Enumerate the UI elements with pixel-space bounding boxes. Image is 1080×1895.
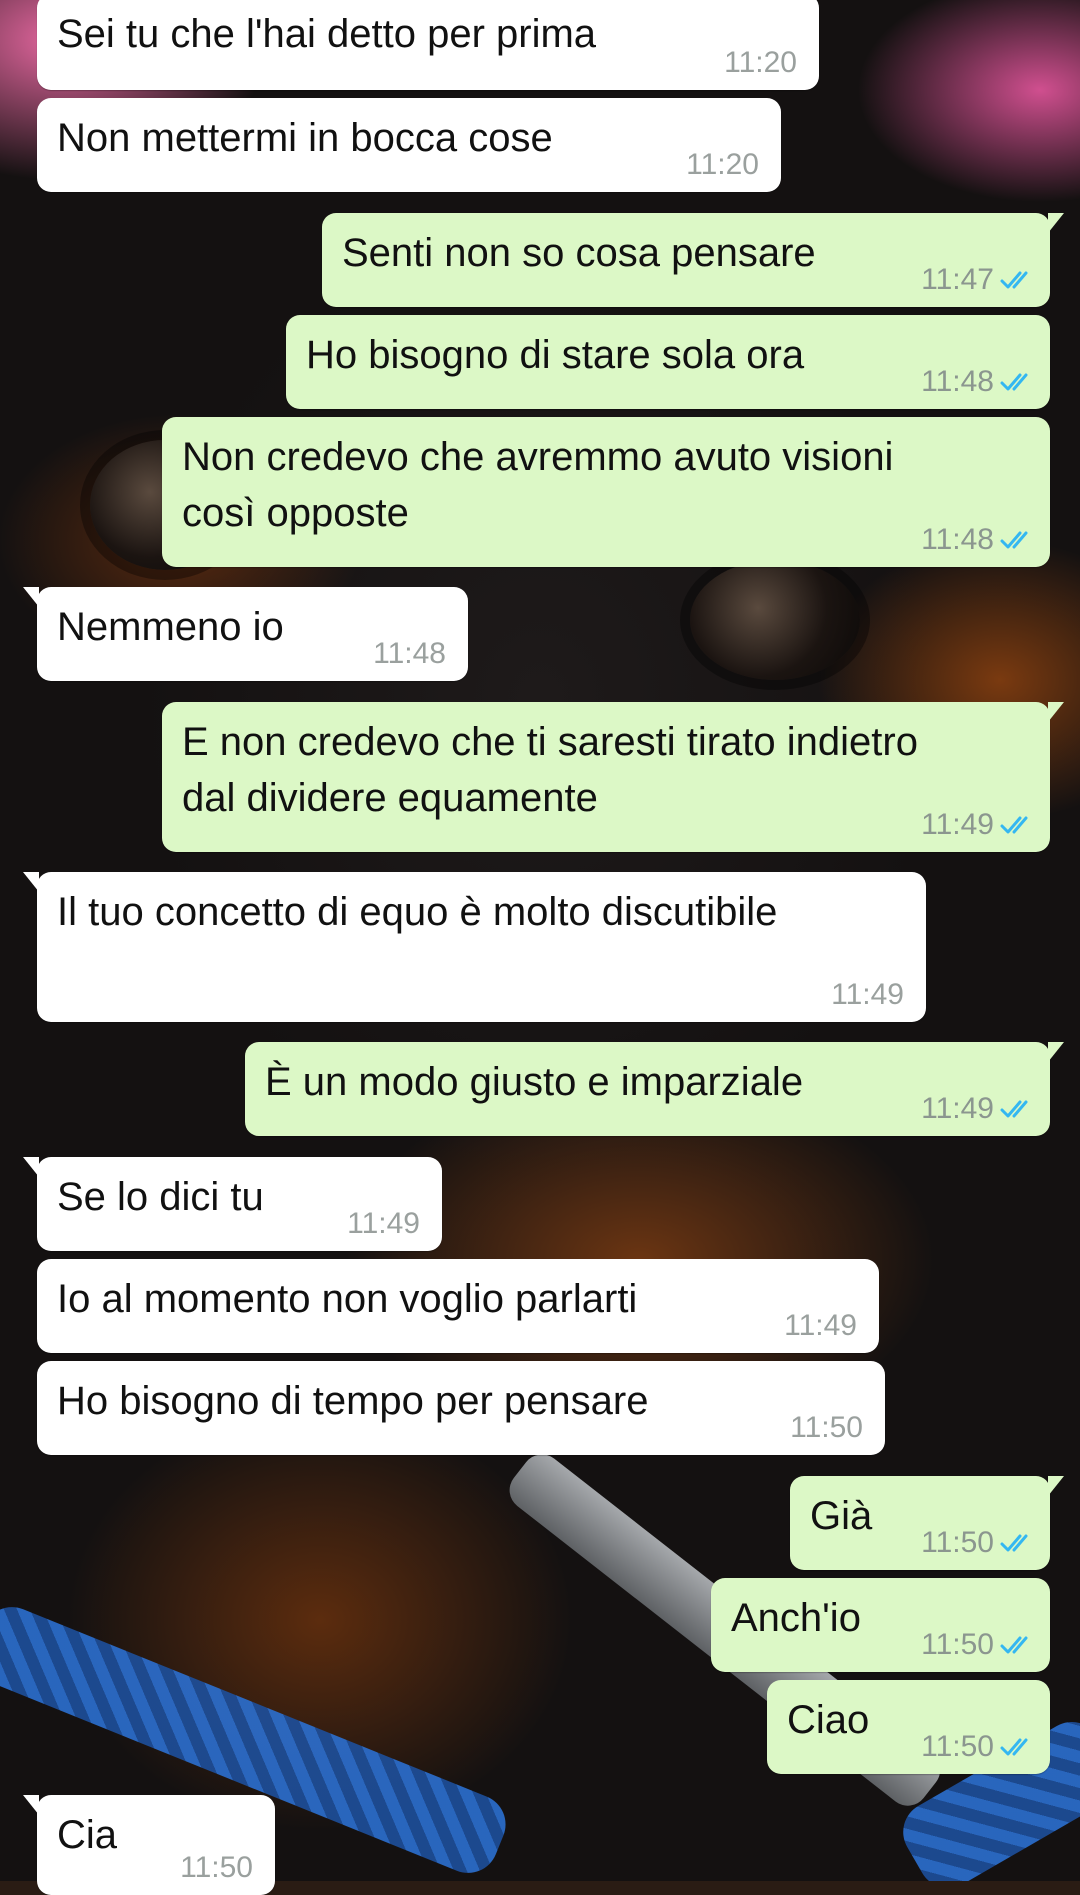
message-bubble-outgoing[interactable]: Ho bisogno di stare sola ora 11:48 — [286, 315, 1050, 409]
message-list[interactable]: Sei tu che l'hai detto per prima 11:20 N… — [0, 0, 1080, 1895]
message-bubble-outgoing[interactable]: Non credevo che avremmo avuto visioni co… — [162, 417, 1050, 567]
message-bubble-incoming[interactable]: Ho bisogno di tempo per pensare 11:50 — [37, 1361, 885, 1455]
message-text: Ciao — [787, 1698, 870, 1742]
message-time: 11:50 — [921, 1628, 994, 1661]
message-time: 11:20 — [724, 46, 797, 79]
message-time: 11:49 — [921, 808, 994, 841]
double-check-icon — [1000, 1534, 1028, 1552]
double-check-icon — [1000, 1636, 1028, 1654]
message-text: Non mettermi in bocca cose — [57, 116, 553, 160]
message-text: Ho bisogno di tempo per pensare — [57, 1379, 649, 1423]
message-time: 11:50 — [921, 1730, 994, 1763]
message-time: 11:49 — [831, 978, 904, 1011]
message-text: Sei tu che l'hai detto per prima — [57, 12, 597, 56]
message-text: Ho bisogno di stare sola ora — [306, 333, 805, 377]
message-text: Se lo dici tu — [57, 1175, 264, 1219]
message-time: 11:49 — [784, 1309, 857, 1342]
message-bubble-outgoing[interactable]: Anch'io 11:50 — [711, 1578, 1050, 1672]
message-time: 11:50 — [921, 1526, 994, 1559]
message-bubble-outgoing[interactable]: È un modo giusto e imparziale 11:49 — [245, 1042, 1064, 1136]
message-text: Anch'io — [731, 1596, 861, 1640]
message-text: E non credevo che ti saresti tirato indi… — [182, 720, 918, 820]
double-check-icon — [1000, 271, 1028, 289]
message-time: 11:50 — [790, 1411, 863, 1444]
message-text: Il tuo concetto di equo è molto discutib… — [57, 890, 778, 934]
double-check-icon — [1000, 1738, 1028, 1756]
double-check-icon — [1000, 531, 1028, 549]
message-time: 11:48 — [921, 365, 994, 398]
message-bubble-incoming[interactable]: Nemmeno io 11:48 — [23, 587, 468, 681]
message-bubble-outgoing[interactable]: E non credevo che ti saresti tirato indi… — [162, 702, 1064, 852]
message-bubble-incoming[interactable]: Sei tu che l'hai detto per prima 11:20 — [37, 0, 819, 90]
message-text: Io al momento non voglio parlarti — [57, 1277, 638, 1321]
message-bubble-outgoing[interactable]: Già 11:50 — [790, 1476, 1064, 1570]
message-bubble-incoming[interactable]: Se lo dici tu 11:49 — [23, 1157, 442, 1251]
message-text: Cia — [57, 1813, 118, 1857]
double-check-icon — [1000, 373, 1028, 391]
message-time: 11:48 — [373, 637, 446, 670]
message-text: Non credevo che avremmo avuto visioni co… — [182, 435, 894, 535]
message-bubble-incoming[interactable]: Cia 11:50 — [23, 1795, 275, 1895]
message-bubble-incoming[interactable]: Non mettermi in bocca cose 11:20 — [37, 98, 781, 192]
message-bubble-outgoing[interactable]: Senti non so cosa pensare 11:47 — [322, 213, 1064, 307]
message-text: Nemmeno io — [57, 605, 284, 649]
message-text: Già — [810, 1494, 873, 1538]
message-time: 11:49 — [921, 1092, 994, 1125]
message-text: Senti non so cosa pensare — [342, 231, 816, 275]
message-bubble-outgoing[interactable]: Ciao 11:50 — [767, 1680, 1050, 1774]
message-time: 11:48 — [921, 523, 994, 556]
message-bubble-incoming[interactable]: Il tuo concetto di equo è molto discutib… — [23, 872, 926, 1022]
double-check-icon — [1000, 816, 1028, 834]
message-text: È un modo giusto e imparziale — [265, 1060, 804, 1104]
message-time: 11:47 — [921, 263, 994, 296]
double-check-icon — [1000, 1100, 1028, 1118]
message-time: 11:20 — [686, 148, 759, 181]
message-time: 11:49 — [347, 1207, 420, 1240]
message-time: 11:50 — [180, 1851, 253, 1884]
message-bubble-incoming[interactable]: Io al momento non voglio parlarti 11:49 — [37, 1259, 879, 1353]
